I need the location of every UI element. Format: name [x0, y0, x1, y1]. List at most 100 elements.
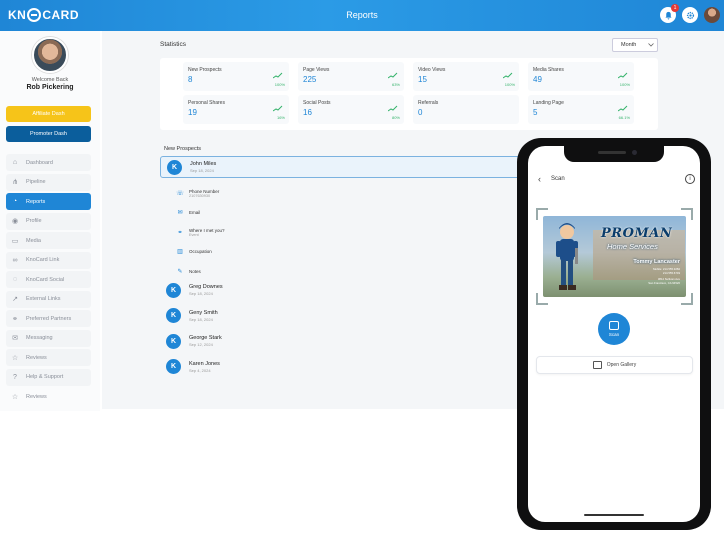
sidebar-item-label: Reviews: [26, 393, 47, 400]
stat-card[interactable]: New Prospects 8 100%: [183, 62, 289, 91]
profile-avatar[interactable]: [32, 37, 68, 73]
stat-label: Media Shares: [533, 67, 564, 73]
notification-bell-icon[interactable]: 1: [660, 4, 679, 23]
stat-card[interactable]: Landing Page 5 66.1%: [528, 95, 634, 124]
prospect-detail-phone-number[interactable]: ☏ Phone Number 2107630930: [174, 185, 514, 201]
detail-label: Where I met you?: [189, 227, 225, 233]
stat-percent: 100%: [504, 82, 515, 87]
affiliate-dash-button[interactable]: Affiliate Dash: [6, 106, 91, 122]
new-prospects-title: New Prospects: [164, 146, 201, 152]
prospect-row[interactable]: K Greg Downes Sep 18, 2024: [160, 279, 520, 301]
detail-label: Email: [189, 210, 201, 215]
media-icon: ▭: [11, 237, 19, 245]
sidebar-item-label: Profile: [26, 218, 42, 224]
phone-mockup: ‹ Scan i PROMAN Home Services Tommy Lanc…: [517, 138, 711, 530]
open-gallery-button[interactable]: Open Gallery: [536, 356, 693, 374]
card-subtitle: Home Services: [607, 242, 658, 251]
sidebar-item-label: Messaging: [26, 335, 53, 341]
scan-button[interactable]: Scan: [598, 313, 630, 345]
scan-button-label: Scan: [608, 332, 620, 337]
stat-card[interactable]: Media Shares 49 100%: [528, 62, 634, 91]
scan-frame: PROMAN Home Services Tommy Lancaster Mob…: [536, 208, 693, 305]
detail-label: Occupation: [189, 249, 212, 254]
back-chevron-icon[interactable]: ‹: [538, 174, 541, 184]
sidebar-item-label: Media: [26, 237, 41, 244]
info-icon[interactable]: i: [685, 174, 695, 184]
chevron-down-icon: [648, 43, 655, 47]
stat-label: Social Posts: [303, 100, 331, 106]
sidebar-item-label: Reports: [26, 198, 46, 205]
stat-percent: 66.1%: [618, 115, 630, 120]
sidebar-item-reviews[interactable]: ☆ Reviews: [6, 349, 91, 366]
user-avatar[interactable]: [704, 7, 720, 23]
sidebar-item-knocard-link[interactable]: ∞ KnoCard Link: [6, 251, 91, 269]
stat-card[interactable]: Social Posts 16 80%: [298, 95, 404, 124]
sidebar-item-help-support[interactable]: ? Help & Support: [6, 368, 91, 386]
sidebar-item-dashboard[interactable]: ⌂ Dashboard: [6, 154, 91, 171]
prospect-row-selected[interactable]: K John Miles Sep 18, 2024: [160, 156, 520, 178]
notification-badge: 1: [671, 4, 679, 12]
stat-value: 19: [188, 108, 197, 117]
sidebar-item-label: KnoCard Social: [26, 276, 65, 283]
sidebar-item-media[interactable]: ▭ Media: [6, 232, 91, 249]
prospect-logo-icon: K: [167, 159, 182, 175]
sidebar: Welcome Back Rob Pickering Affiliate Das…: [0, 31, 100, 411]
prospect-detail-occupation[interactable]: ▥ Occupation: [174, 244, 514, 260]
building-icon: ▥: [177, 249, 183, 255]
prospect-date: Sep 18, 2024: [190, 168, 214, 173]
prospect-row[interactable]: K George Stark Sep 12, 2024: [160, 330, 520, 352]
stat-card[interactable]: Video Views 15 100%: [413, 62, 519, 91]
card-person: Tommy Lancaster: [633, 259, 680, 265]
period-value: Month: [621, 42, 637, 48]
promoter-dash-button[interactable]: Promoter Dash: [6, 126, 91, 142]
gallery-icon: [592, 361, 602, 369]
statistics-panel: New Prospects 8 100% Page Views 225 63% Video …: [160, 58, 658, 130]
card-brand: PROMAN: [601, 226, 673, 241]
stat-value: 16: [303, 108, 312, 117]
statistics-title: Statistics: [160, 41, 187, 48]
home-indicator: [584, 514, 644, 516]
period-select[interactable]: Month: [612, 38, 658, 52]
prospect-logo-icon: K: [166, 359, 181, 374]
prospect-row[interactable]: K Karen Jones Sep 4, 2024: [160, 356, 520, 378]
sidebar-item-profile[interactable]: ◉ Profile: [6, 212, 91, 230]
top-bar: KN CARD Reports 1: [0, 0, 724, 31]
prospect-logo-icon: K: [166, 333, 181, 349]
prospect-date: Sep 18, 2024: [189, 291, 213, 296]
profile-icon: ◉: [11, 218, 19, 225]
prospect-row[interactable]: K Geny Smith Sep 18, 2024: [160, 305, 520, 327]
stat-value: 15: [418, 75, 427, 84]
prospect-name: Karen Jones: [189, 360, 220, 367]
stat-percent: 16%: [276, 115, 285, 120]
open-gallery-label: Open Gallery: [606, 362, 637, 368]
stat-label: Landing Page: [533, 100, 564, 106]
user-name: Rob Pickering: [26, 84, 74, 91]
stat-card[interactable]: Personal Shares 19 16%: [183, 95, 289, 124]
sidebar-item-reviews[interactable]: ☆ Reviews: [6, 388, 91, 405]
stat-card[interactable]: Referrals 0: [413, 95, 519, 124]
stat-card[interactable]: Page Views 225 63%: [298, 62, 404, 91]
sidebar-item-external-links[interactable]: ↗ External Links: [6, 290, 91, 308]
prospect-detail-notes[interactable]: ✎ Notes: [174, 263, 514, 279]
sidebar-item-knocard-social[interactable]: ◌ KnoCard Social: [6, 271, 91, 288]
stat-label: Page Views: [303, 67, 330, 73]
trend-up-icon: [388, 105, 398, 112]
prospect-detail-email[interactable]: ✉ Email: [174, 205, 514, 221]
sidebar-item-preferred-partners[interactable]: ⚭ Preferred Partners: [6, 310, 91, 327]
scan-icon: [609, 321, 619, 330]
welcome-text: Welcome Back: [31, 77, 69, 83]
prospects-list: K John Miles Sep 18, 2024 ☏ Phone Number 2…: [160, 155, 574, 385]
sidebar-item-reports[interactable]: ◔ Reports: [6, 193, 91, 210]
stat-value: 5: [533, 108, 538, 117]
stat-percent: 100%: [274, 82, 285, 87]
sidebar-item-messaging[interactable]: ✉ Messaging: [6, 329, 91, 347]
sidebar-item-label: External Links: [26, 296, 61, 302]
settings-gear-icon[interactable]: [682, 7, 698, 23]
prospect-name: Geny Smith: [189, 309, 218, 316]
stat-value: 8: [188, 75, 193, 84]
prospect-detail-where-i-met-you[interactable]: ⚭ Where I met you? Event: [174, 224, 514, 240]
stat-percent: 80%: [391, 115, 400, 120]
stat-label: New Prospects: [188, 67, 222, 73]
sidebar-item-pipeline[interactable]: ⋔ Pipeline: [6, 173, 91, 191]
detail-label: Notes: [189, 268, 201, 274]
